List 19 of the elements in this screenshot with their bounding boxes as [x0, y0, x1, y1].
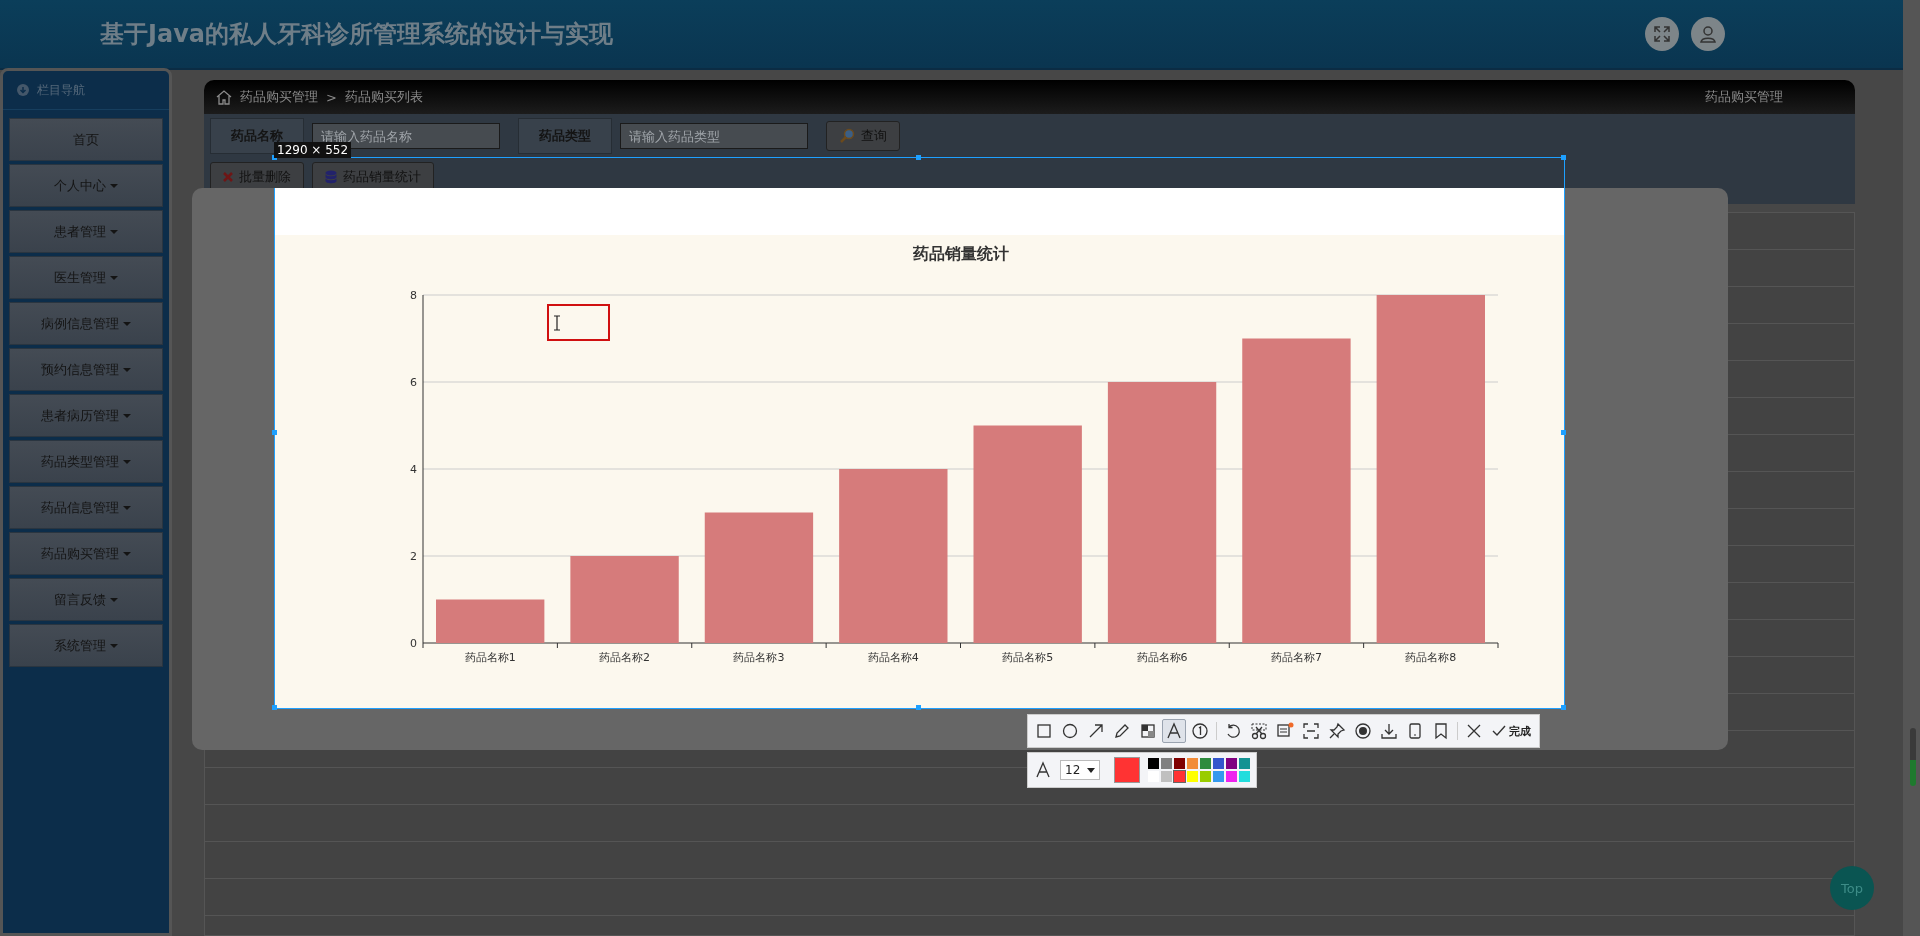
category-label: 药品名称6 — [1136, 651, 1188, 664]
axis-tick-label: 8 — [410, 289, 417, 302]
axis-tick-label: 6 — [410, 376, 417, 389]
axis-tick-label: 0 — [410, 637, 417, 650]
category-label: 药品名称2 — [599, 651, 651, 664]
nav-title: 栏目导航 — [37, 81, 85, 99]
chart-title: 药品销量统计 — [912, 244, 1009, 263]
system-title: 基于Java的私人牙科诊所管理系统的设计与实现 — [100, 19, 613, 50]
selection-size-tooltip: 1290 × 552 — [274, 142, 352, 158]
page-title: 药品购买管理 — [1705, 88, 1783, 106]
category-label: 药品名称7 — [1270, 651, 1322, 664]
category-label: 药品名称3 — [733, 651, 785, 664]
category-label: 药品名称1 — [464, 651, 516, 664]
category-label: 药品名称4 — [867, 651, 919, 664]
breadcrumb-separator: > — [326, 89, 337, 105]
category-label: 药品名称5 — [1002, 651, 1054, 664]
category-label: 药品名称8 — [1405, 651, 1457, 664]
axis-tick-label: 4 — [410, 463, 417, 476]
axis-tick-label: 2 — [410, 550, 417, 563]
